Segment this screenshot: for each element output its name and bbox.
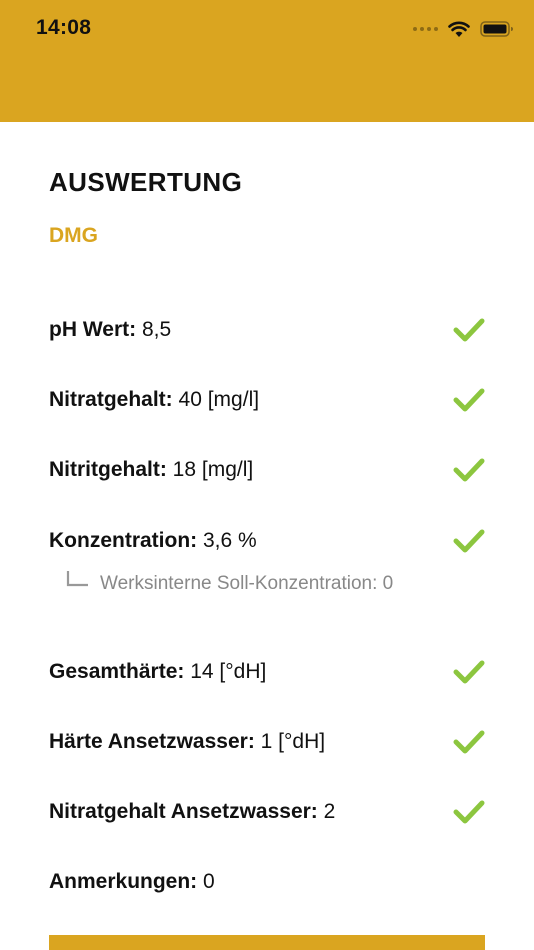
result-row-haerte-ansetzwasser: Härte Ansetzwasser: 1 [°dH] bbox=[49, 727, 485, 757]
result-label: Härte Ansetzwasser: bbox=[49, 730, 255, 753]
result-text: pH Wert: 8,5 bbox=[49, 318, 171, 342]
checkmark-icon bbox=[453, 318, 485, 342]
target-concentration-info: Werksinterne Soll-Konzentration: 0 bbox=[66, 570, 393, 595]
header-bar: 14:08 bbox=[0, 0, 534, 122]
result-value: 14 [°dH] bbox=[190, 660, 267, 683]
bottom-action-button[interactable] bbox=[49, 935, 485, 950]
wifi-icon bbox=[448, 21, 470, 37]
result-label: Nitritgehalt: bbox=[49, 458, 167, 481]
subtitle: DMG bbox=[49, 224, 98, 247]
status-icons bbox=[413, 18, 514, 40]
result-value: 40 [mg/l] bbox=[178, 388, 260, 411]
signal-icon bbox=[413, 27, 438, 31]
target-concentration-text: Werksinterne Soll-Konzentration: 0 bbox=[100, 573, 394, 594]
result-text: Anmerkungen: 0 bbox=[49, 870, 215, 894]
result-value: 0 bbox=[203, 870, 215, 893]
checkmark-icon bbox=[453, 388, 485, 412]
checkmark-icon bbox=[453, 458, 485, 482]
result-row-anmerkungen: Anmerkungen: 0 bbox=[49, 867, 485, 897]
status-time: 14:08 bbox=[36, 16, 92, 39]
result-row-nitritgehalt: Nitritgehalt: 18 [mg/l] bbox=[49, 455, 485, 485]
page-title: AUSWERTUNG bbox=[49, 167, 243, 197]
checkmark-icon bbox=[453, 730, 485, 754]
result-label: Anmerkungen: bbox=[49, 870, 198, 893]
result-value: 18 [mg/l] bbox=[172, 458, 254, 481]
result-label: Nitratgehalt Ansetzwasser: bbox=[49, 800, 318, 823]
battery-icon bbox=[480, 21, 513, 37]
result-text: Gesamthärte: 14 [°dH] bbox=[49, 660, 266, 684]
result-value: 3,6 % bbox=[203, 529, 257, 552]
result-row-konzentration: Konzentration: 3,6 % bbox=[49, 526, 485, 556]
result-row-gesamthaerte: Gesamthärte: 14 [°dH] bbox=[49, 657, 485, 687]
checkmark-icon bbox=[453, 660, 485, 684]
result-label: pH Wert: bbox=[49, 318, 137, 341]
result-text: Nitratgehalt: 40 [mg/l] bbox=[49, 388, 259, 412]
result-text: Härte Ansetzwasser: 1 [°dH] bbox=[49, 730, 325, 754]
checkmark-icon bbox=[453, 529, 485, 553]
result-text: Nitritgehalt: 18 [mg/l] bbox=[49, 458, 253, 482]
screen: 14:08 AUSWERTUNG DMG pH Wert: 8,5 Nitrat… bbox=[0, 0, 534, 950]
checkmark-icon bbox=[453, 800, 485, 824]
result-row-nitratgehalt: Nitratgehalt: 40 [mg/l] bbox=[49, 385, 485, 415]
tree-connector-icon bbox=[66, 571, 88, 587]
result-label: Nitratgehalt: bbox=[49, 388, 173, 411]
result-label: Konzentration: bbox=[49, 529, 198, 552]
result-text: Nitratgehalt Ansetzwasser: 2 bbox=[49, 800, 335, 824]
result-row-ph: pH Wert: 8,5 bbox=[49, 315, 485, 345]
result-value: 8,5 bbox=[141, 318, 172, 341]
result-label: Gesamthärte: bbox=[49, 660, 185, 683]
result-value: 1 [°dH] bbox=[260, 730, 326, 753]
result-text: Konzentration: 3,6 % bbox=[49, 529, 257, 553]
result-value: 2 bbox=[323, 800, 336, 823]
result-row-nitratgehalt-ansetzwasser: Nitratgehalt Ansetzwasser: 2 bbox=[49, 797, 485, 827]
